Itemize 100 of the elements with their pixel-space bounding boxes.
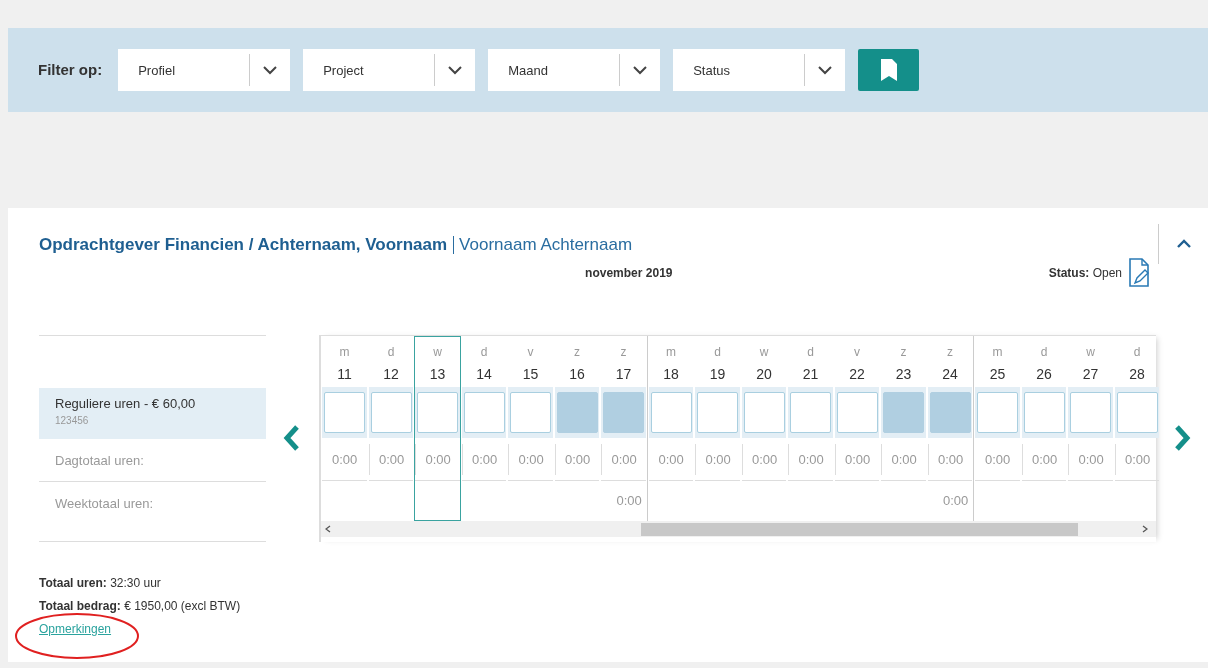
weekday-letter: z: [619, 343, 628, 361]
hours-input[interactable]: [556, 391, 598, 433]
weekday-letter: z: [573, 343, 582, 361]
day-total: 0:00: [1114, 443, 1160, 475]
hours-input[interactable]: [697, 391, 739, 433]
day-number: 12: [382, 364, 400, 384]
hours-input[interactable]: [650, 391, 692, 433]
chevron-left-icon: [283, 424, 302, 452]
day-number: 20: [755, 364, 773, 384]
dropdown-field[interactable]: Maand: [488, 49, 620, 91]
day-total: 0:00: [330, 450, 359, 469]
weekday-letter: w: [1085, 343, 1096, 361]
weekday-letter: v: [526, 343, 535, 361]
day-total: 0:00: [983, 450, 1012, 469]
day-number: 16: [568, 364, 586, 384]
hours-input[interactable]: [603, 391, 645, 433]
day-number: 11: [336, 364, 353, 384]
weekday-letter: m: [991, 343, 1004, 361]
day-total: 0:00: [368, 443, 414, 475]
bookmark-document-icon: [879, 58, 898, 82]
day-number: 24: [941, 364, 959, 384]
day-total: 0:00: [657, 450, 685, 469]
day-total-label: Dagtotaal uren:: [39, 438, 266, 482]
dropdown-field[interactable]: Project: [303, 49, 435, 91]
horizontal-scrollbar[interactable]: [321, 520, 1157, 537]
hours-input[interactable]: [836, 391, 878, 433]
weekday-letter: d: [479, 343, 489, 361]
next-button[interactable]: [1173, 424, 1192, 452]
filter-dropdown[interactable]: Status: [673, 49, 846, 91]
day-total: 0:00: [834, 443, 880, 475]
hours-input[interactable]: [1023, 391, 1065, 433]
filter-label: Filter op:: [38, 59, 103, 80]
total-hours: Totaal uren: 32:30 uur: [39, 574, 162, 592]
weekday-letter: d: [1132, 343, 1142, 361]
hours-input[interactable]: [883, 391, 925, 433]
hours-input[interactable]: [929, 391, 971, 433]
filter-dropdown[interactable]: Maand: [488, 49, 661, 91]
day-total: 0:00: [788, 443, 833, 475]
dropdown-field[interactable]: Status: [673, 49, 805, 91]
filter-dropdown[interactable]: Project: [303, 49, 476, 91]
previous-button[interactable]: [283, 424, 302, 452]
week-total-label: Weektotaal uren:: [54, 494, 155, 513]
card-title: Opdrachtgever Financien / Achternaam, Voornaam: [39, 234, 448, 256]
dropdown-field[interactable]: Profiel: [118, 49, 250, 91]
hours-input[interactable]: [510, 391, 552, 433]
hours-input[interactable]: [463, 391, 505, 433]
weekday-letter: z: [899, 343, 908, 361]
weekday-letter: w: [432, 343, 443, 361]
document-pen-icon: [1128, 257, 1150, 288]
day-number: 22: [848, 364, 866, 384]
day-total: 0:00: [415, 443, 460, 475]
hours-input[interactable]: [324, 391, 366, 433]
rate-label: Reguliere uren - € 60,00: [55, 394, 197, 413]
chevron-down-icon: [262, 65, 279, 75]
day-number: 14: [475, 364, 493, 384]
chevron-down-icon: [632, 65, 649, 75]
day-number: 28: [1128, 364, 1146, 384]
day-number: 19: [708, 364, 727, 384]
weekday-letter: w: [758, 343, 770, 361]
hours-input[interactable]: [743, 391, 785, 433]
day-total: 0:00: [1068, 443, 1113, 475]
card-subtitle: Voornaam Achternaam: [453, 236, 633, 254]
day-total: 0:00: [508, 443, 553, 475]
document-button[interactable]: [858, 49, 920, 91]
day-number: 23: [894, 364, 913, 384]
day-number: 13: [428, 364, 447, 384]
day-total: 0:00: [461, 443, 507, 475]
day-total: 0:00: [927, 443, 973, 475]
weekday-letter: z: [946, 343, 955, 361]
scroll-left-icon[interactable]: [325, 524, 332, 533]
weekday-letter: d: [806, 343, 815, 361]
day-total: 0:00: [695, 443, 740, 475]
hours-input[interactable]: [977, 391, 1019, 433]
day-number: 21: [801, 364, 820, 384]
month-label: november 2019: [584, 264, 674, 282]
scroll-right-icon[interactable]: [1142, 524, 1149, 533]
day-number: 26: [1035, 364, 1053, 384]
filter-dropdown[interactable]: Profiel: [118, 49, 291, 91]
status-text: Status: Open: [1048, 264, 1122, 282]
chevron-down-icon: [817, 65, 834, 75]
hours-input[interactable]: [370, 391, 412, 433]
chevron-up-icon: [1175, 239, 1192, 249]
chevron-down-icon: [447, 65, 464, 75]
hours-input[interactable]: [1070, 391, 1112, 433]
day-number: 17: [614, 364, 633, 384]
project-code: 123456: [55, 414, 90, 428]
hours-input[interactable]: [417, 391, 459, 433]
week-total: 0:00: [616, 492, 642, 508]
week-total: 0:00: [943, 492, 969, 508]
remarks-link[interactable]: Opmerkingen: [39, 621, 112, 636]
hours-input[interactable]: [1116, 391, 1158, 433]
day-total: 0:00: [1021, 443, 1067, 475]
weekday-letter: d: [713, 343, 722, 361]
day-total: 0:00: [554, 443, 600, 475]
total-amount: Totaal bedrag: € 1950,00 (excl BTW): [39, 597, 242, 615]
day-total: 0:00: [601, 443, 646, 475]
weekday-letter: d: [386, 343, 396, 361]
hours-input[interactable]: [790, 391, 832, 433]
day-number: 18: [662, 364, 680, 384]
chevron-right-icon: [1173, 424, 1192, 452]
